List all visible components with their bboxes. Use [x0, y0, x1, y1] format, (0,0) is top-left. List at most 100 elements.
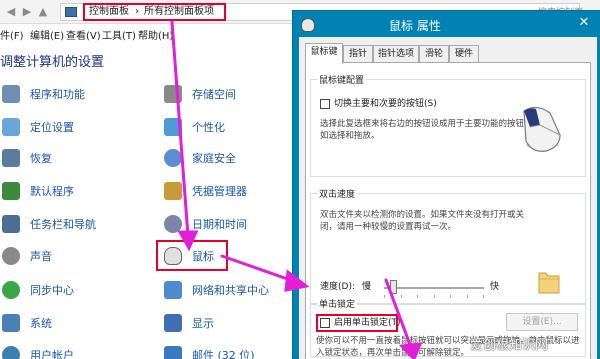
- cp-item-mail[interactable]: 邮件 (32 位): [164, 343, 255, 359]
- breadcrumb-control-panel[interactable]: 控制面板: [89, 6, 129, 17]
- cp-item-system[interactable]: 系统: [2, 311, 52, 335]
- cp-item-label: 显示: [192, 317, 214, 330]
- speed-slider-thumb[interactable]: [390, 280, 397, 294]
- tab-pointer-options[interactable]: 指针选项: [373, 45, 419, 63]
- tab-pointers[interactable]: 指针: [343, 45, 373, 63]
- mouse-item-highlight: [156, 240, 228, 271]
- slider-tick: [450, 295, 451, 298]
- folder-icon[interactable]: [538, 269, 560, 295]
- switch-buttons-label[interactable]: 切换主要和次要的按钮(S): [334, 98, 437, 110]
- cp-item-label: 家庭安全: [192, 152, 236, 165]
- cp-item-label: 邮件 (32 位): [192, 349, 255, 359]
- cp-item-credential-manager[interactable]: 凭据管理器: [164, 179, 247, 203]
- cp-item-sound[interactable]: 声音: [2, 244, 52, 268]
- click-lock-settings-button[interactable]: 设置(E)...: [506, 313, 578, 331]
- speed-fast-label: 快: [490, 282, 500, 292]
- dialog-body: 鼠标键 指针 指针选项 滑轮 硬件 鼠标键配置 切换主要和次要的按钮(S) 选择…: [299, 37, 597, 359]
- menu-help[interactable]: 帮助(H): [138, 27, 173, 42]
- control-panel-icon: [65, 7, 77, 17]
- button-config-desc-1: 选择此复选框来将右边的按钮设成用于主要功能的按钮，: [320, 119, 533, 129]
- cp-item-personalization[interactable]: 个性化: [164, 115, 225, 139]
- slider-tick: [467, 295, 468, 298]
- slider-tick: [384, 295, 385, 298]
- back-arrow-icon[interactable]: ◀: [4, 5, 18, 19]
- button-config-desc-2: 如选择和拖放。: [320, 131, 380, 141]
- click-lock-highlight: [316, 314, 398, 332]
- menu-view[interactable]: 查看(V): [66, 27, 101, 42]
- double-click-desc-1: 双击文件夹以检测你的设置。如果文件夹没有打开或关: [320, 210, 525, 220]
- taskbar-icon: [2, 215, 20, 233]
- slider-tick: [401, 295, 402, 298]
- cp-item-default-programs[interactable]: 默认程序: [2, 179, 74, 203]
- cp-item-label: 凭据管理器: [192, 185, 247, 198]
- mouse-image-icon: [523, 106, 561, 152]
- cp-item-taskbar[interactable]: 任务栏和导航: [2, 212, 96, 236]
- page-title: 调整计算机的设置: [0, 55, 105, 70]
- tab-strip: 鼠标键 指针 指针选项 滑轮 硬件: [305, 43, 591, 64]
- user-accounts-icon: [2, 346, 20, 359]
- cp-item-recovery[interactable]: 恢复: [2, 146, 52, 170]
- slider-tick: [417, 295, 418, 298]
- group-title: 鼠标键配置: [317, 73, 367, 86]
- breadcrumb-separator-icon: ›: [135, 6, 139, 17]
- cp-item-user-accounts[interactable]: 用户帐户: [2, 343, 74, 359]
- default-programs-icon: [2, 182, 20, 200]
- sound-icon: [2, 247, 20, 265]
- forward-arrow-icon[interactable]: ▶: [20, 5, 34, 19]
- cp-item-label: 默认程序: [30, 185, 74, 198]
- close-icon[interactable]: ✕: [569, 13, 599, 33]
- cp-item-sync-center[interactable]: 同步中心: [2, 278, 74, 302]
- speed-slow-label: 慢: [362, 282, 372, 292]
- watermark: 爱创根知识网: [470, 338, 549, 353]
- menu-tools[interactable]: 工具(T): [102, 27, 136, 42]
- switch-buttons-checkbox[interactable]: [320, 99, 330, 109]
- mouse-icon: [301, 18, 315, 32]
- double-click-desc-2: 闭，请用一种较慢的设置再试一次。: [320, 222, 457, 232]
- click-lock-desc-2: 入锁定状态，再次单击鼠标可解除锁定。: [316, 348, 470, 358]
- cp-item-location[interactable]: 定位设置: [2, 115, 74, 139]
- recovery-icon: [2, 149, 20, 167]
- cp-item-label: 定位设置: [30, 121, 74, 134]
- dialog-title: 鼠标 属性: [389, 19, 441, 33]
- cp-item-display[interactable]: 显示: [164, 311, 214, 335]
- slider-tick: [483, 295, 484, 298]
- menu-edit[interactable]: 编辑(E): [30, 27, 64, 42]
- cp-item-programs[interactable]: 程序和功能: [2, 82, 85, 106]
- breadcrumb-all-items[interactable]: 所有控制面板项: [144, 6, 214, 17]
- cp-item-label: 日期和时间: [192, 218, 247, 231]
- cp-item-label: 程序和功能: [30, 88, 85, 101]
- cp-item-label: 存储空间: [192, 88, 236, 101]
- cp-item-label: 系统: [30, 317, 52, 330]
- cp-item-label: 恢复: [30, 152, 52, 165]
- system-icon: [2, 314, 20, 332]
- cp-item-storage[interactable]: 存储空间: [164, 82, 236, 106]
- breadcrumb: 控制面板 › 所有控制面板项: [83, 3, 226, 21]
- sync-center-icon: [2, 281, 20, 299]
- cp-item-date-time[interactable]: 日期和时间: [164, 212, 247, 236]
- network-icon: [164, 281, 182, 299]
- credential-manager-icon: [164, 182, 182, 200]
- speed-slider-track[interactable]: [384, 287, 484, 289]
- menu-file[interactable]: 件(F): [0, 27, 24, 42]
- slider-tick: [434, 295, 435, 298]
- tab-wheel[interactable]: 滑轮: [419, 45, 449, 63]
- cp-item-family-safety[interactable]: 家庭安全: [164, 146, 236, 170]
- personalization-icon: [164, 118, 182, 136]
- mouse-properties-dialog: 鼠标 属性 ✕ 鼠标键 指针 指针选项 滑轮 硬件 鼠标键配置 切换主要和次要的…: [292, 10, 600, 359]
- programs-icon: [2, 85, 20, 103]
- cp-item-label: 网络和共享中心: [192, 284, 269, 297]
- speed-label: 速度(D):: [320, 282, 355, 292]
- tab-hardware[interactable]: 硬件: [449, 45, 479, 63]
- date-time-icon: [164, 215, 182, 233]
- tab-panel: 鼠标键配置 切换主要和次要的按钮(S) 选择此复选框来将右边的按钮设成用于主要功…: [305, 62, 591, 359]
- group-title: 双击速度: [317, 187, 358, 200]
- cp-item-label: 用户帐户: [30, 349, 74, 359]
- tab-buttons[interactable]: 鼠标键: [305, 43, 343, 64]
- cp-item-label: 任务栏和导航: [30, 218, 96, 231]
- group-title: 单击锁定: [317, 297, 358, 310]
- storage-icon: [164, 85, 182, 103]
- up-arrow-icon[interactable]: ▲: [36, 5, 50, 19]
- cp-item-network[interactable]: 网络和共享中心: [164, 278, 269, 302]
- mail-icon: [164, 346, 182, 359]
- location-icon: [2, 118, 20, 136]
